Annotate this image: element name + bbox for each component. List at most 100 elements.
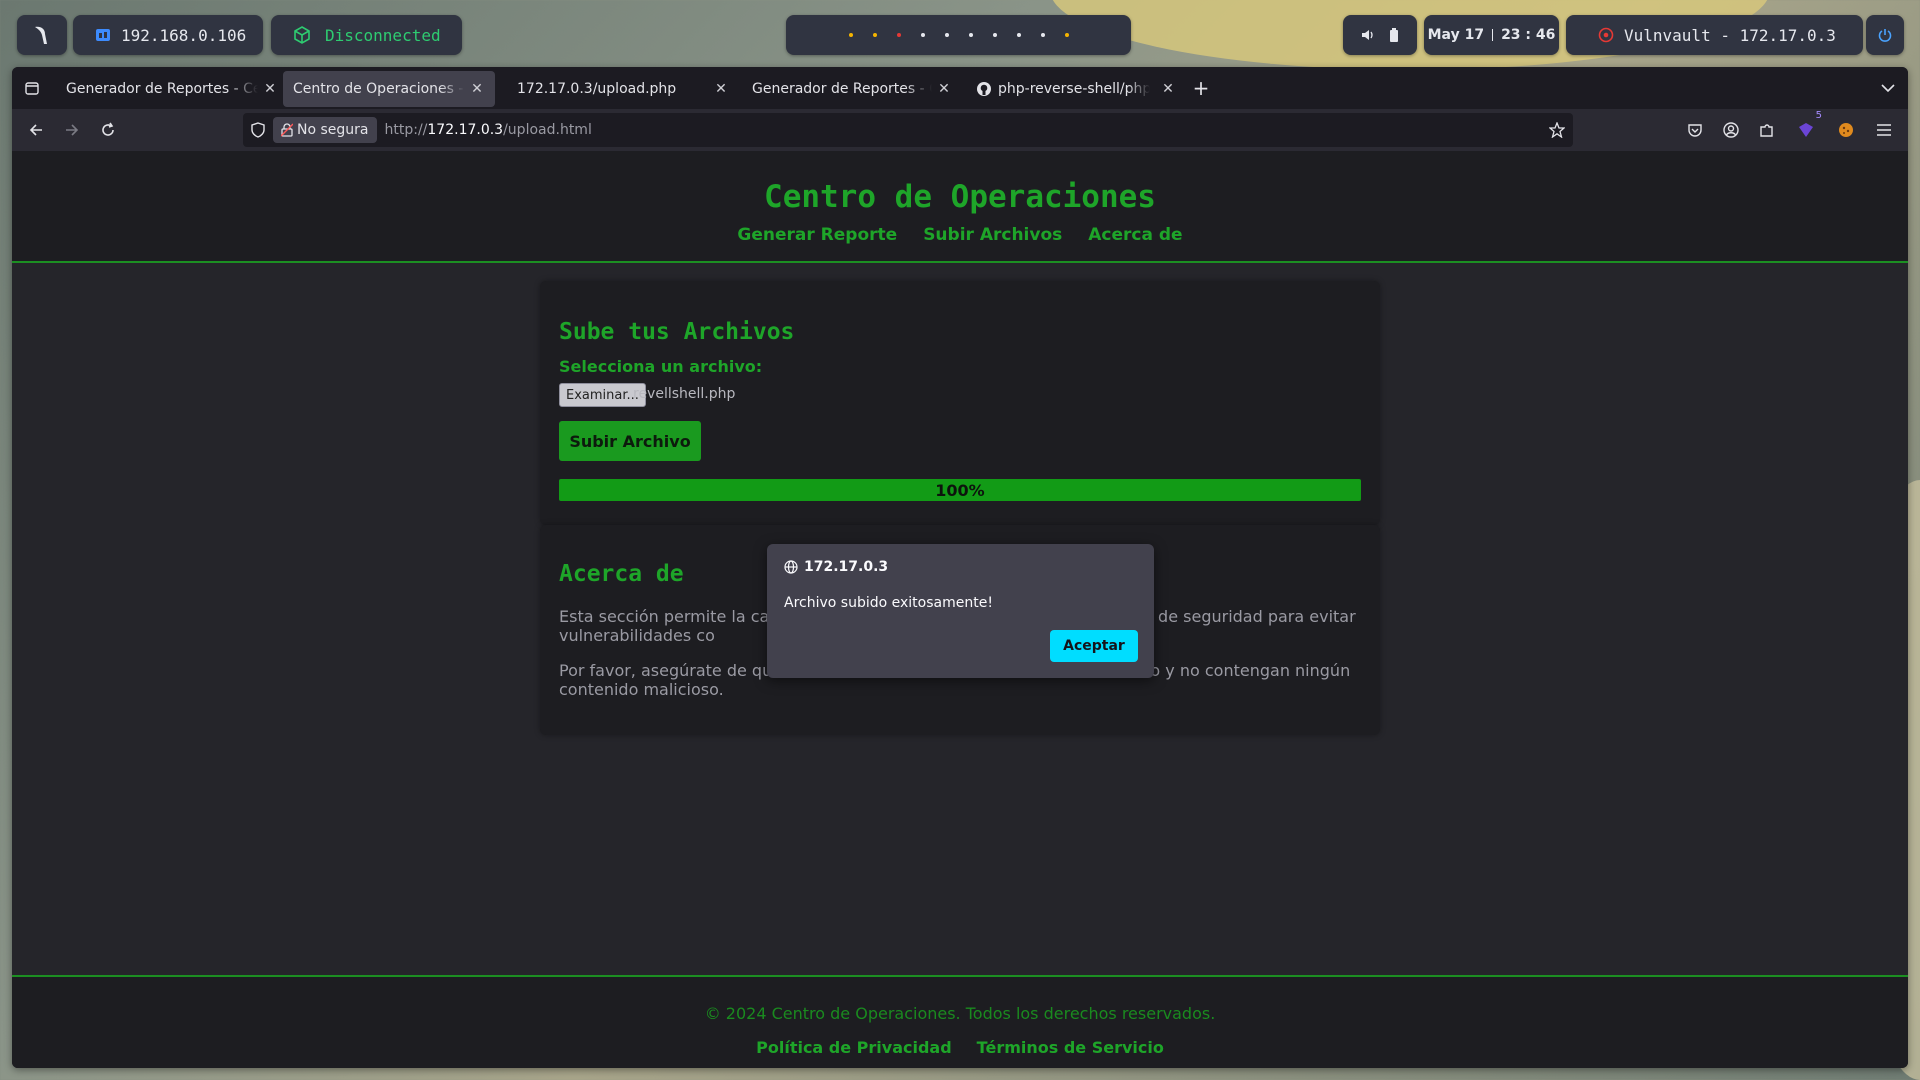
cookie-icon [1839,123,1853,137]
url-host: 172.17.0.3 [427,122,504,138]
vpn-status-text: Disconnected [325,25,441,45]
battery-icon[interactable] [1389,28,1399,42]
menu-launcher[interactable] [17,15,67,55]
kali-dragon-icon [35,26,47,44]
tab-subir-archivos[interactable]: Centro de Operaciones - Subir Archivos ✕ [283,71,495,107]
list-all-tabs-button[interactable] [1876,76,1900,100]
alert-dialog: 172.17.0.3 Archivo subido exitosamente! … [767,544,1154,678]
extension-badge: 5 [1815,110,1822,121]
back-button[interactable] [24,118,48,142]
tab-close-icon[interactable]: ✕ [469,81,485,97]
power-button[interactable] [1866,15,1904,55]
workspace-dot[interactable] [920,33,925,37]
workspace-dot[interactable] [848,33,853,37]
dialog-ok-button[interactable]: Aceptar [1050,630,1138,662]
tab-close-icon[interactable]: ✕ [936,81,952,97]
tab-upload-php[interactable]: 172.17.0.3/upload.php ✕ [507,71,739,107]
ip-indicator[interactable]: 192.168.0.106 [73,15,263,55]
workspace-dot[interactable] [1064,33,1069,37]
insecure-lock-icon [281,123,293,137]
dialog-host: 172.17.0.3 [804,559,889,575]
chevron-down-icon [1881,84,1895,93]
back-arrow-icon [29,124,42,136]
workspace-dot[interactable] [968,33,973,37]
tab-label: Centro de Operaciones - Subir Archivos [293,81,465,97]
target-indicator[interactable]: Vulnvault - 172.17.0.3 [1566,15,1863,55]
workspace-dot[interactable] [992,33,997,37]
tray-controls [1343,15,1417,55]
nav-generar-reporte[interactable]: Generar Reporte [737,225,897,245]
tab-close-icon[interactable]: ✕ [713,81,729,97]
extension-cookie-button[interactable] [1834,118,1858,142]
site-header: Centro de Operaciones Generar Reporte Su… [12,151,1908,263]
extensions-button[interactable] [1755,118,1779,142]
nav-acerca-de[interactable]: Acerca de [1088,225,1182,245]
network-icon [96,29,110,41]
power-icon [1878,29,1892,42]
clock-time: 23 : 46 [1501,27,1556,43]
url-path: /upload.html [503,122,592,138]
upload-card: Sube tus Archivos Selecciona un archivo:… [540,281,1380,525]
dialog-message: Archivo subido exitosamente! [784,595,993,611]
account-icon [1723,122,1739,138]
url-prefix: http:// [384,122,428,138]
dialog-header: 172.17.0.3 [784,559,888,575]
progress-percent: 100% [935,480,985,500]
url-text[interactable]: http://172.17.0.3/upload.html [385,122,592,138]
tab-label: php-reverse-shell/php-reverse-shell.php [998,81,1150,97]
tab-reportes-2[interactable]: Generador de Reportes - Centro de Operac… [742,71,962,107]
account-button[interactable] [1719,118,1743,142]
security-label: No segura [297,122,369,138]
selected-file-name: revellshell.php [633,386,736,402]
shield-icon[interactable] [251,122,265,138]
bookmark-star-icon[interactable] [1549,122,1565,138]
puzzle-icon [1760,124,1773,137]
site-nav: Generar Reporte Subir Archivos Acerca de [12,225,1908,245]
workspace-dot[interactable] [896,33,901,37]
tab-github-reverse-shell[interactable]: php-reverse-shell/php-reverse-shell.php … [966,71,1186,107]
github-icon [977,82,991,96]
new-tab-button[interactable]: + [1189,76,1213,100]
hamburger-menu-icon [1877,124,1891,136]
volume-icon[interactable] [1361,28,1375,42]
upload-heading: Sube tus Archivos [559,319,795,345]
workspace-dot[interactable] [1040,33,1045,37]
site-title: Centro de Operaciones [764,179,1156,215]
vpn-status[interactable]: Disconnected [271,15,462,55]
nav-subir-archivos[interactable]: Subir Archivos [923,225,1062,245]
pocket-icon [1688,124,1702,137]
workspace-dot[interactable] [1016,33,1021,37]
url-bar[interactable]: No segura http://172.17.0.3/upload.html [243,113,1573,147]
security-indicator[interactable]: No segura [273,117,377,143]
workspace-dot[interactable] [944,33,949,37]
reload-button[interactable] [96,118,120,142]
system-top-bar: 192.168.0.106 Disconnected May 17 23 : 4… [0,0,1920,68]
globe-icon [784,560,798,574]
upload-submit-button[interactable]: Subir Archivo [559,421,701,461]
workspace-switcher[interactable] [786,15,1131,55]
tab-reportes-1[interactable]: Generador de Reportes - Centro de Operac… [56,71,288,107]
cube-icon [294,26,310,44]
tab-close-icon[interactable]: ✕ [262,81,278,97]
footer-link-privacy[interactable]: Política de Privacidad [756,1038,952,1057]
workspace-dot[interactable] [872,33,877,37]
navigation-toolbar: No segura http://172.17.0.3/upload.html … [12,109,1908,151]
ip-address: 192.168.0.106 [121,25,247,45]
extension-shield-button[interactable]: 5 [1794,110,1822,142]
pocket-button[interactable] [1683,118,1707,142]
footer-link-terms[interactable]: Términos de Servicio [977,1038,1164,1057]
about-heading: Acerca de [559,561,684,587]
tab-close-icon[interactable]: ✕ [1160,81,1176,97]
app-menu-button[interactable] [1872,118,1896,142]
site-footer: © 2024 Centro de Operaciones. Todos los … [12,975,1908,1068]
clock[interactable]: May 17 23 : 46 [1424,15,1559,55]
file-select-label: Selecciona un archivo: [559,357,763,376]
forward-button[interactable] [60,118,84,142]
tab-label: 172.17.0.3/upload.php [517,81,677,97]
firefox-view-icon [25,82,39,95]
firefox-view-button[interactable] [20,76,44,100]
target-icon [1598,27,1614,43]
tab-label: Generador de Reportes - Centro de Operac… [752,81,932,97]
clock-separator [1492,29,1494,41]
footer-copyright: © 2024 Centro de Operaciones. Todos los … [704,1004,1216,1023]
